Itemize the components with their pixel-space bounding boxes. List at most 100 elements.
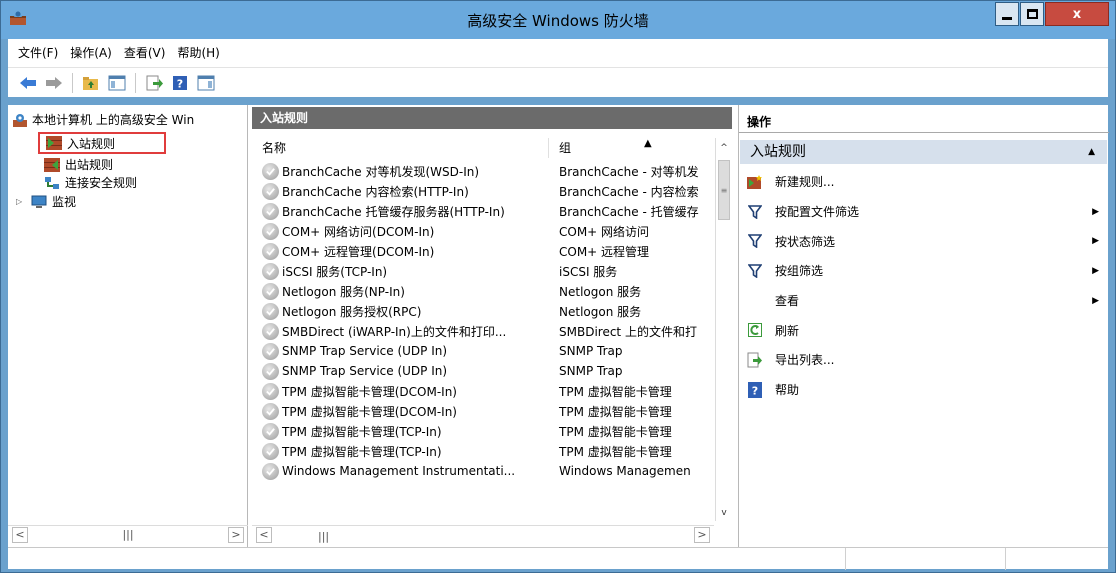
rule-name-cell: BranchCache 托管缓存服务器(HTTP-In) xyxy=(252,202,549,220)
up-folder-button[interactable] xyxy=(81,73,101,93)
menu-help[interactable]: 帮助(H) xyxy=(171,39,225,67)
rules-vertical-scrollbar[interactable]: ^ ≡ v xyxy=(715,138,732,521)
forward-button[interactable] xyxy=(44,73,64,93)
rule-disabled-icon xyxy=(262,382,279,400)
rule-group: Netlogon 服务 xyxy=(559,284,642,299)
scroll-down-icon[interactable]: v xyxy=(716,505,732,521)
tree-item-inbound-rules[interactable]: 入站规则 xyxy=(38,132,166,154)
help-icon: ? xyxy=(747,381,763,398)
refresh-icon xyxy=(747,322,763,338)
tree-item-outbound-rules[interactable]: 出站规则 xyxy=(44,156,113,173)
table-row[interactable]: BranchCache 内容检索(HTTP-In) BranchCache - 内… xyxy=(252,181,714,201)
column-header-name[interactable]: 名称 xyxy=(252,138,549,158)
scroll-grip-icon[interactable]: ||| xyxy=(122,528,133,541)
show-action-pane-button[interactable] xyxy=(196,73,216,93)
maximize-button[interactable] xyxy=(1020,2,1044,26)
rule-disabled-icon xyxy=(262,322,279,340)
actions-section-label: 入站规则 xyxy=(750,144,806,160)
rule-name: TPM 虚拟智能卡管理(DCOM-In) xyxy=(282,404,457,419)
table-row[interactable]: iSCSI 服务(TCP-In) iSCSI 服务 xyxy=(252,261,714,281)
back-button[interactable] xyxy=(18,73,38,93)
table-row[interactable]: BranchCache 托管缓存服务器(HTTP-In) BranchCache … xyxy=(252,201,714,221)
scroll-up-icon[interactable]: ^ xyxy=(716,140,732,156)
action-item[interactable]: 按配置文件筛选 ▶ xyxy=(739,197,1109,227)
toolbar-separator xyxy=(135,72,136,93)
scroll-left-icon[interactable]: < xyxy=(12,526,28,543)
rule-disabled-icon xyxy=(262,162,279,180)
firewall-window: 高级安全 Windows 防火墙 x 文件(F) 操作(A) 查看(V) 帮助(… xyxy=(0,0,1116,573)
menu-bar: 文件(F) 操作(A) 查看(V) 帮助(H) xyxy=(8,39,1108,67)
rule-name-cell: TPM 虚拟智能卡管理(DCOM-In) xyxy=(252,402,549,420)
folder-up-icon xyxy=(83,76,98,90)
action-item[interactable]: ? 帮助 xyxy=(739,375,1109,405)
scroll-grip-icon[interactable]: ||| xyxy=(318,530,329,543)
actions-section-header[interactable]: 入站规则 ▲ xyxy=(740,140,1107,164)
action-item[interactable]: 导出列表... xyxy=(739,345,1109,375)
actions-pane: 操作 入站规则 ▲ 新建规则... 按配置文件筛选 ▶ 按状态筛选 ▶ 按组筛选 ▶ 查看 ▶ 刷… xyxy=(738,105,1109,547)
tree-item-label: 出站规则 xyxy=(65,158,114,172)
title-bar[interactable]: 高级安全 Windows 防火墙 x xyxy=(1,1,1115,39)
export-button[interactable] xyxy=(144,73,164,93)
rule-name-cell: iSCSI 服务(TCP-In) xyxy=(252,262,549,280)
table-row[interactable]: SMBDirect (iWARP-In)上的文件和打印... SMBDirect … xyxy=(252,321,714,341)
rule-group: COM+ 网络访问 xyxy=(559,224,650,239)
action-label: 帮助 xyxy=(775,383,800,398)
tree-root[interactable]: 本地计算机 上的高级安全 Win xyxy=(12,111,244,128)
table-row[interactable]: TPM 虚拟智能卡管理(TCP-In) TPM 虚拟智能卡管理 xyxy=(252,421,714,441)
help-button[interactable]: ? xyxy=(170,73,190,93)
column-header-group[interactable]: 组 ▲ xyxy=(549,138,714,158)
action-label: 查看 xyxy=(775,294,800,309)
action-item[interactable]: 查看 ▶ xyxy=(739,286,1109,316)
export-list-icon xyxy=(146,75,163,90)
menu-view[interactable]: 查看(V) xyxy=(118,39,172,67)
forward-arrow-icon xyxy=(46,76,62,89)
console-tree-pane: 本地计算机 上的高级安全 Win 入站规则 出站规则 连接安全规则 ▷ 监视 < xyxy=(8,105,248,547)
action-item[interactable]: 按状态筛选 ▶ xyxy=(739,226,1109,256)
scroll-thumb[interactable]: ≡ xyxy=(718,160,730,220)
table-row[interactable]: SNMP Trap Service (UDP In) SNMP Trap xyxy=(252,361,714,381)
console-tree-icon xyxy=(108,75,126,90)
table-row[interactable]: BranchCache 对等机发现(WSD-In) BranchCache - 对… xyxy=(252,161,714,181)
table-row[interactable]: Netlogon 服务授权(RPC) Netlogon 服务 xyxy=(252,301,714,321)
rules-horizontal-scrollbar[interactable]: < ||| > xyxy=(252,525,714,543)
actions-pane-title: 操作 xyxy=(739,111,1109,133)
rule-name: SNMP Trap Service (UDP In) xyxy=(282,344,448,358)
rule-disabled-icon xyxy=(262,442,279,460)
show-tree-button[interactable] xyxy=(107,73,127,93)
scroll-right-icon[interactable]: > xyxy=(694,526,710,543)
table-row[interactable]: COM+ 网络访问(DCOM-In) COM+ 网络访问 xyxy=(252,221,714,241)
action-item[interactable]: 按组筛选 ▶ xyxy=(739,256,1109,286)
action-pane-icon xyxy=(197,75,215,90)
rule-group: TPM 虚拟智能卡管理 xyxy=(559,444,672,459)
action-item[interactable]: 刷新 xyxy=(739,315,1109,345)
menu-action[interactable]: 操作(A) xyxy=(64,39,118,67)
minimize-button[interactable] xyxy=(995,2,1019,26)
tree-item-monitoring[interactable]: ▷ 监视 xyxy=(16,193,76,210)
rule-name: COM+ 远程管理(DCOM-In) xyxy=(282,244,435,259)
tree-horizontal-scrollbar[interactable]: < ||| > xyxy=(8,525,248,543)
collapse-arrow-icon[interactable]: ▲ xyxy=(1088,140,1095,164)
table-row[interactable]: COM+ 远程管理(DCOM-In) COM+ 远程管理 xyxy=(252,241,714,261)
main-content: 本地计算机 上的高级安全 Win 入站规则 出站规则 连接安全规则 ▷ 监视 < xyxy=(8,105,1109,547)
table-row[interactable]: TPM 虚拟智能卡管理(TCP-In) TPM 虚拟智能卡管理 xyxy=(252,441,714,461)
table-row[interactable]: Netlogon 服务(NP-In) Netlogon 服务 xyxy=(252,281,714,301)
table-row[interactable]: Windows Management Instrumentati... Windo… xyxy=(252,461,714,481)
scroll-right-icon[interactable]: > xyxy=(228,526,244,543)
close-button[interactable]: x xyxy=(1045,2,1109,26)
tree-item-connection-security[interactable]: 连接安全规则 xyxy=(44,174,137,191)
scroll-left-icon[interactable]: < xyxy=(256,526,272,543)
table-row[interactable]: TPM 虚拟智能卡管理(DCOM-In) TPM 虚拟智能卡管理 xyxy=(252,401,714,421)
expand-arrow-icon[interactable]: ▷ xyxy=(16,197,26,206)
rule-group: Netlogon 服务 xyxy=(559,304,642,319)
action-item[interactable]: 新建规则... xyxy=(739,167,1109,197)
svg-text:?: ? xyxy=(752,384,758,397)
rule-name: Netlogon 服务(NP-In) xyxy=(282,284,405,299)
rule-name-cell: BranchCache 内容检索(HTTP-In) xyxy=(252,182,549,200)
menu-file[interactable]: 文件(F) xyxy=(8,39,64,67)
rule-name: TPM 虚拟智能卡管理(TCP-In) xyxy=(282,424,442,439)
table-row[interactable]: SNMP Trap Service (UDP In) SNMP Trap xyxy=(252,341,714,361)
rule-group: TPM 虚拟智能卡管理 xyxy=(559,424,672,439)
rule-group: SNMP Trap xyxy=(559,364,623,378)
table-row[interactable]: TPM 虚拟智能卡管理(DCOM-In) TPM 虚拟智能卡管理 xyxy=(252,381,714,401)
rule-disabled-icon xyxy=(262,222,279,240)
